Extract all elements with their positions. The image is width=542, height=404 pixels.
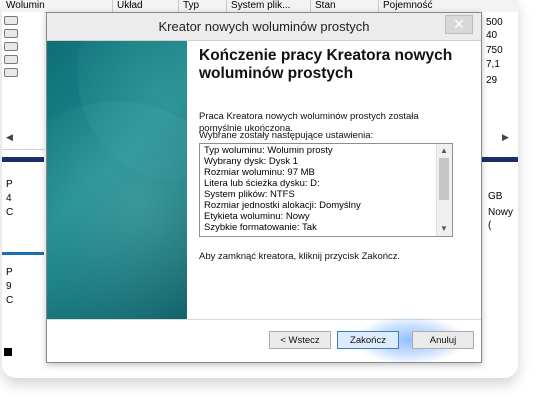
list-item: Rozmiar jednostki alokacji: Domyślny <box>204 200 361 211</box>
back-button[interactable]: < Wstecz <box>269 331 331 349</box>
disk-bar <box>478 157 518 162</box>
capacity-value: 500 <box>486 17 503 28</box>
wizard-side-banner <box>47 41 187 319</box>
cancel-button[interactable]: Anuluj <box>412 331 474 349</box>
close-button[interactable]: ✕ <box>445 15 473 34</box>
partition-label: Nowy ( <box>488 207 514 231</box>
background-left-strip: ◀ P 4 C P 9 C <box>2 12 44 378</box>
column-header-type[interactable]: Typ <box>178 0 227 12</box>
listbox-scrollbar[interactable]: ▲ ▼ <box>436 144 452 236</box>
disk-label-fragment: 4 <box>6 193 12 204</box>
finish-button[interactable]: Zakończ <box>337 331 399 349</box>
list-item: Litera lub ścieżka dysku: D: <box>204 178 320 189</box>
column-header-volume[interactable]: Wolumin <box>2 0 110 12</box>
column-header-status[interactable]: Stan <box>310 0 379 12</box>
dialog-title: Kreator nowych woluminów prostych <box>158 19 370 34</box>
new-simple-volume-wizard: Kreator nowych woluminów prostych ✕ Końc… <box>46 12 482 364</box>
drive-icon <box>4 55 18 64</box>
column-header-capacity[interactable]: Pojemność <box>378 0 473 12</box>
partition-size: GB <box>488 191 503 202</box>
scroll-left-icon[interactable]: ◀ <box>6 132 13 143</box>
drive-icon <box>4 16 18 25</box>
list-item: Rozmiar woluminu: 97 MB <box>204 167 315 178</box>
legend-swatch <box>4 348 12 356</box>
scroll-up-icon[interactable]: ▲ <box>440 146 448 155</box>
pane-divider <box>2 149 44 150</box>
disk-label-fragment: 9 <box>6 281 12 292</box>
drive-icon <box>4 42 18 51</box>
scroll-right-icon[interactable]: ▶ <box>502 132 509 143</box>
wizard-heading: Kończenie pracy Kreatora nowych woluminó… <box>199 47 453 82</box>
capacity-value: 40 <box>486 30 498 41</box>
capacity-value: 7,1 <box>486 59 500 70</box>
scroll-down-icon[interactable]: ▼ <box>440 224 448 233</box>
list-item: Wybrany dysk: Dysk 1 <box>204 156 298 167</box>
settings-list: Typ woluminu: Wolumin prosty Wybrany dys… <box>204 145 434 233</box>
list-item: Etykieta woluminu: Nowy <box>204 211 310 222</box>
disk-bar <box>2 157 44 162</box>
list-item: Typ woluminu: Wolumin prosty <box>204 145 333 156</box>
settings-listbox[interactable]: Typ woluminu: Wolumin prosty Wybrany dys… <box>199 143 453 237</box>
list-item: System plików: NTFS <box>204 189 295 200</box>
settings-label: Wybrane zostały następujące ustawienia: <box>199 130 374 141</box>
background-right-strip: 500 40 750 7,1 29 ▶ GB Nowy ( <box>478 12 518 378</box>
column-header-filesystem[interactable]: System plik... <box>226 0 309 12</box>
dialog-titlebar[interactable]: Kreator nowych woluminów prostych ✕ <box>47 13 481 41</box>
disk-label-fragment: C <box>6 295 14 306</box>
disk-label-fragment: C <box>6 207 14 218</box>
drive-icon <box>4 29 18 38</box>
list-item: Szybkie formatowanie: Tak <box>204 222 317 233</box>
scrollbar-thumb[interactable] <box>439 158 449 200</box>
drive-icon <box>4 68 18 77</box>
disk-label-fragment: P <box>6 267 13 278</box>
disk-bar <box>2 252 44 255</box>
close-icon: ✕ <box>453 16 465 32</box>
disk-label-fragment: P <box>6 179 13 190</box>
column-header-layout[interactable]: Układ <box>112 0 177 12</box>
finish-hint: Aby zamknąć kreatora, kliknij przycisk Z… <box>199 251 401 262</box>
capacity-value: 29 <box>486 75 498 86</box>
screenshot-card: Wolumin Układ Typ System plik... Stan Po… <box>2 0 518 378</box>
capacity-value: 750 <box>486 45 503 56</box>
